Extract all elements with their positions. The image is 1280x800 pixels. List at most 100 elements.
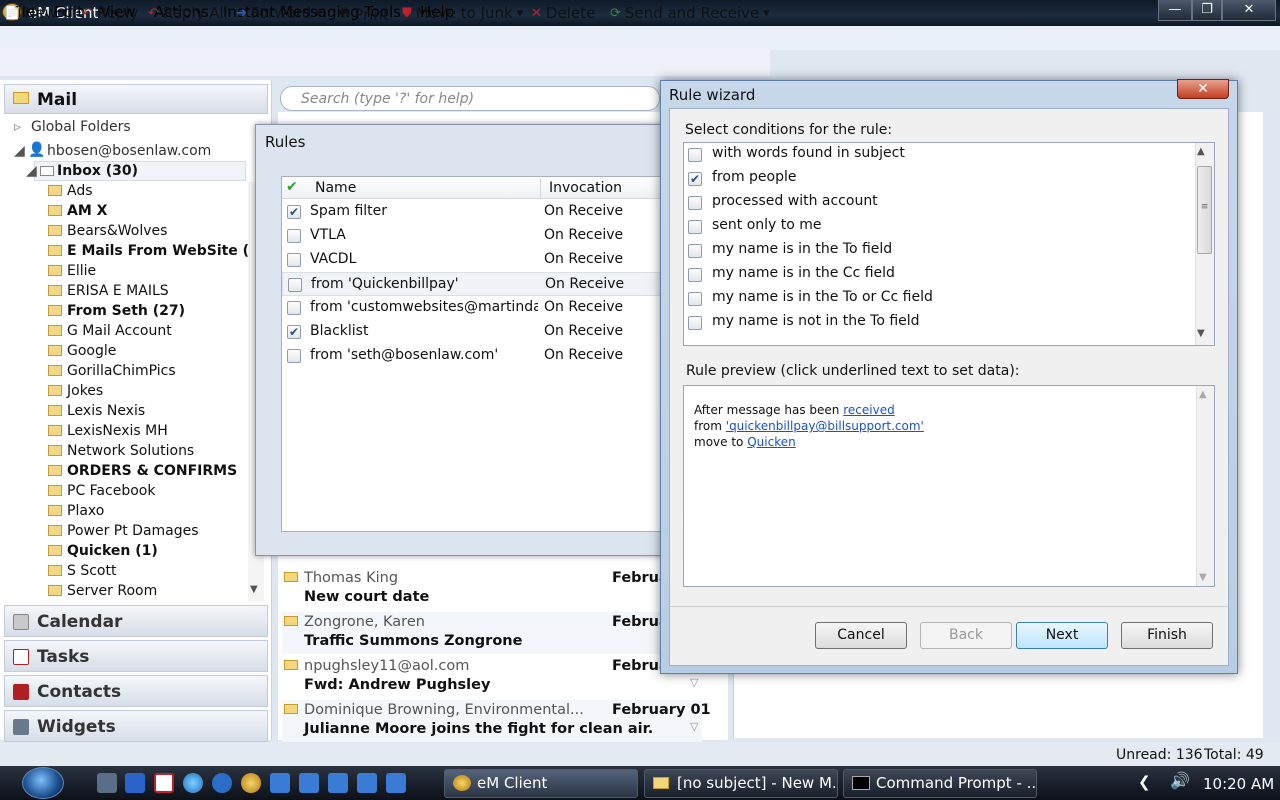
folder-item[interactable]: ERISA E MAILS: [48, 283, 169, 299]
shortcut-icon[interactable]: [357, 773, 377, 793]
message-row[interactable]: npughsley11@aol.com Februa Fwd: Andrew Pug…: [282, 656, 702, 698]
nav-calendar[interactable]: Calendar: [4, 605, 268, 637]
folder-item[interactable]: Ellie: [48, 263, 96, 279]
task-new-message[interactable]: [no subject] - New M...: [644, 769, 838, 798]
search-input[interactable]: Search (type '?' for help): [280, 86, 660, 111]
condition-row[interactable]: with words found in subject: [688, 143, 1188, 167]
message-row[interactable]: Zongrone, Karen Februa Traffic Summons Zon…: [282, 612, 702, 654]
finish-button[interactable]: Finish: [1121, 622, 1213, 649]
folder-item[interactable]: Lexis Nexis: [48, 403, 145, 419]
task-command-prompt[interactable]: Command Prompt - ...: [843, 769, 1037, 798]
received-link[interactable]: received: [843, 403, 894, 417]
rule-checkbox[interactable]: ✔: [287, 205, 301, 219]
inbox-folder[interactable]: Inbox (30): [57, 163, 138, 179]
rule-checkbox[interactable]: [287, 253, 301, 267]
condition-row[interactable]: my name is in the To field: [688, 239, 1188, 263]
rule-checkbox[interactable]: [287, 349, 301, 363]
collapse-arrow-icon[interactable]: ◢: [14, 143, 25, 159]
condition-row[interactable]: my name is in the Cc field: [688, 263, 1188, 287]
condition-checkbox[interactable]: [688, 292, 702, 306]
rule-row[interactable]: VACDL On Receive: [282, 248, 662, 272]
rule-row[interactable]: VTLA On Receive: [282, 224, 662, 248]
back-button[interactable]: Back: [920, 622, 1012, 649]
folder-item[interactable]: AM X: [48, 203, 107, 219]
condition-row[interactable]: my name is in the To or Cc field: [688, 287, 1188, 311]
column-invocation[interactable]: Invocation: [549, 180, 622, 196]
folder-item[interactable]: Ads: [48, 183, 93, 199]
condition-checkbox[interactable]: [688, 244, 702, 258]
maximize-button[interactable]: ❐: [1192, 0, 1222, 21]
scroll-up-icon[interactable]: ▲: [1199, 389, 1207, 400]
rule-checkbox[interactable]: [287, 301, 301, 315]
folder-item[interactable]: ORDERS & CONFIRMS: [48, 463, 237, 479]
next-button[interactable]: Next: [1016, 622, 1108, 649]
dropdown-arrow-icon[interactable]: ▾: [315, 6, 322, 21]
condition-checkbox[interactable]: [688, 148, 702, 162]
sender-link[interactable]: 'quickenbillpay@billsupport.com': [726, 419, 924, 433]
folder-item[interactable]: S Scott: [48, 563, 116, 579]
cancel-button[interactable]: Cancel: [815, 622, 907, 649]
send-receive-button[interactable]: ⟳ Send and Receive ▾: [610, 4, 770, 22]
folder-item[interactable]: Quicken (1): [48, 543, 158, 559]
folder-item[interactable]: Server Room: [48, 583, 157, 599]
collapse-arrow-icon[interactable]: ◢: [26, 163, 37, 179]
condition-checkbox[interactable]: [688, 220, 702, 234]
condition-checkbox[interactable]: [688, 316, 702, 330]
rule-row[interactable]: from 'customwebsites@martindale.cor On Re…: [282, 296, 662, 320]
condition-row[interactable]: my name is not in the To field: [688, 311, 1188, 335]
close-window-button[interactable]: ✕: [1222, 0, 1276, 21]
scroll-up-icon[interactable]: ▲: [1197, 146, 1205, 157]
dropdown-arrow-icon[interactable]: ▾: [61, 6, 68, 21]
reply-button[interactable]: ↶ Reply: [82, 4, 138, 22]
delete-button[interactable]: ✕ Delete: [531, 4, 595, 22]
window-switch-icon[interactable]: [125, 773, 145, 793]
message-row[interactable]: Thomas King Februa New court date: [282, 568, 702, 610]
rule-checkbox[interactable]: [287, 229, 301, 243]
folder-link[interactable]: Quicken: [747, 435, 796, 449]
clock[interactable]: 10:20 AM: [1203, 775, 1274, 793]
shortcut-icon[interactable]: [386, 773, 406, 793]
move-to-junk-button[interactable]: ⛊ Move to Junk ▾: [402, 4, 523, 22]
flag-icon[interactable]: ▽: [690, 720, 698, 733]
dropdown-arrow-icon[interactable]: ▾: [763, 6, 770, 21]
rule-row[interactable]: from 'seth@bosenlaw.com' On Receive: [282, 344, 662, 368]
rule-row[interactable]: from 'Quickenbillpay' On Receive: [282, 272, 662, 296]
folder-item[interactable]: Network Solutions: [48, 443, 194, 459]
expand-arrow-icon[interactable]: ▹: [14, 119, 21, 135]
nav-contacts[interactable]: Contacts: [4, 675, 268, 707]
condition-checkbox[interactable]: [688, 268, 702, 282]
task-em-client[interactable]: eM Client: [444, 769, 638, 798]
rule-row[interactable]: ✔ Blacklist On Receive: [282, 320, 662, 344]
flag-icon[interactable]: ▽: [690, 676, 698, 689]
show-desktop-icon[interactable]: [97, 773, 117, 793]
global-folders[interactable]: Global Folders: [31, 119, 131, 135]
message-row[interactable]: Dominique Browning, Environmental... Febr…: [282, 700, 711, 742]
condition-row[interactable]: sent only to me: [688, 215, 1188, 239]
em-client-shortcut-icon[interactable]: [241, 773, 261, 793]
scroll-down-icon[interactable]: ▼: [1197, 328, 1205, 339]
condition-checkbox[interactable]: ✔: [688, 172, 702, 186]
folder-item[interactable]: LexisNexis MH: [48, 423, 168, 439]
reply-all-button[interactable]: ↶ Reply All: [148, 4, 228, 22]
column-name[interactable]: Name: [315, 180, 356, 196]
mail-section-header[interactable]: Mail: [4, 84, 268, 114]
minimize-button[interactable]: —: [1158, 0, 1192, 21]
rule-checkbox[interactable]: ✔: [287, 325, 301, 339]
folder-item[interactable]: Plaxo: [48, 503, 104, 519]
browser-icon[interactable]: [183, 773, 203, 793]
folder-item[interactable]: G Mail Account: [48, 323, 172, 339]
forward-button[interactable]: ➜ Forward ▾: [236, 4, 322, 22]
preview-scrollbar[interactable]: [1196, 386, 1214, 586]
shortcut-icon[interactable]: [299, 773, 319, 793]
scroll-down-icon[interactable]: ▼: [1199, 572, 1207, 583]
account-item[interactable]: hbosen@bosenlaw.com: [47, 143, 211, 159]
condition-checkbox[interactable]: [688, 196, 702, 210]
start-button[interactable]: [22, 767, 64, 799]
dropdown-arrow-icon[interactable]: ▾: [517, 6, 524, 21]
scroll-thumb[interactable]: ≡: [1197, 166, 1212, 254]
new-button[interactable]: 📄 New ▾: [4, 4, 67, 22]
folder-item[interactable]: Bears&Wolves: [48, 223, 167, 239]
folder-item[interactable]: E Mails From WebSite (2): [48, 243, 265, 259]
folder-item[interactable]: Google: [48, 343, 116, 359]
folder-item[interactable]: PC Facebook: [48, 483, 155, 499]
